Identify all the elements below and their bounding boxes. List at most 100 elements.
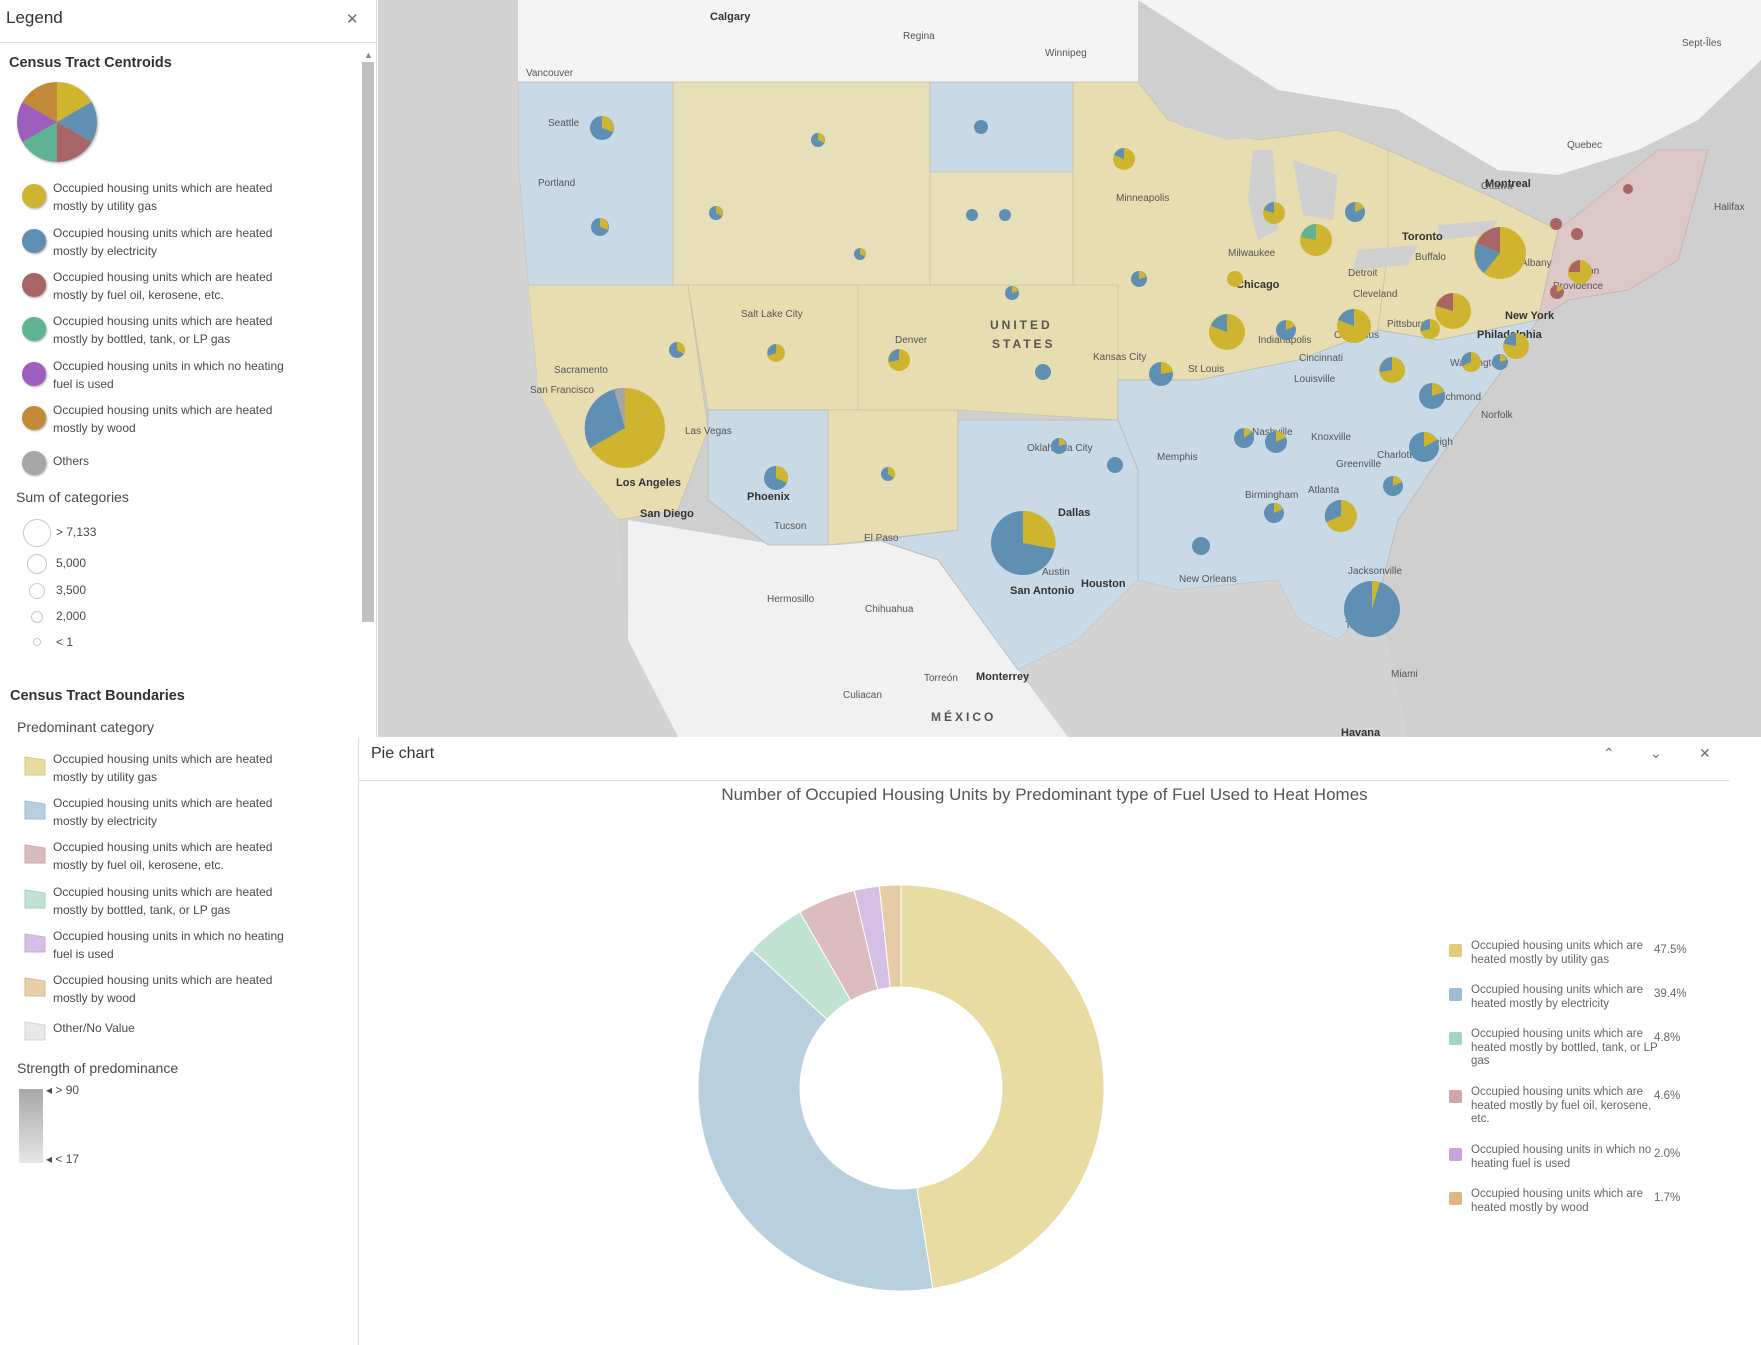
city-label: Richmond (1436, 392, 1482, 403)
legend-item-label: Occupied housing units which are heated … (53, 270, 273, 302)
legend-label: Occupied housing units which are heated … (1471, 984, 1643, 1010)
size-label: < 1 (56, 635, 74, 649)
polygon-swatch-icon (24, 1021, 46, 1041)
legend-percent: 47.5% (1654, 944, 1687, 956)
city-label: Detroit (1348, 268, 1378, 279)
city-label: Columbus (1334, 330, 1380, 341)
layer-title-boundaries: Census Tract Boundaries (10, 688, 185, 704)
city-label: Albany (1521, 258, 1552, 269)
chevron-double-up-icon[interactable]: ⌃ (1603, 745, 1615, 762)
boundary-item-bottled-gas: Occupied housing units which are heated … (0, 883, 360, 923)
size-ring (27, 554, 47, 574)
city-label: Portland (538, 178, 576, 189)
legend-item-wood: Occupied housing units which are heated … (0, 401, 360, 441)
city-label: Raleigh (1419, 437, 1453, 448)
city-label: Sacramento (554, 365, 608, 376)
legend-label: Occupied housing units which are heated … (1471, 1086, 1652, 1125)
city-label: Salt Lake City (741, 309, 803, 320)
legend-item-bottled-gas: Occupied housing units which are heated … (0, 312, 360, 352)
legend-swatch (1449, 988, 1462, 1001)
city-label: Havana (1341, 727, 1381, 737)
size-ring-large (23, 519, 51, 547)
city-label: Ottawa (1481, 181, 1513, 192)
donut-slice[interactable] (900, 884, 1105, 1290)
city-label: New York (1505, 310, 1555, 322)
city-label: Phoenix (747, 491, 790, 503)
legend-swatch (1449, 944, 1462, 957)
city-label: Las Vegas (685, 426, 732, 437)
legend-label: Occupied housing units which are heated … (1471, 1188, 1643, 1214)
city-label: Vancouver (526, 68, 574, 79)
size-legend-title: Sum of categories (16, 489, 129, 505)
pie-chart-panel: Pie chart ⌃ ⌄ ✕ Number of Occupied Housi… (358, 737, 1761, 1345)
legend-item-label: Occupied housing units which are heated … (53, 752, 273, 784)
legend-swatch (1449, 1148, 1462, 1161)
city-label: Tucson (774, 521, 807, 532)
legend-item-label: Occupied housing units in which no heati… (53, 929, 284, 961)
polygon-swatch-icon (24, 933, 46, 953)
size-ring (29, 583, 45, 599)
legend-item-label: Occupied housing units which are heated … (53, 840, 273, 872)
strength-low-label: ◂ < 17 (46, 1152, 80, 1166)
fuel-oil-swatch (22, 273, 46, 297)
legend-percent: 1.7% (1654, 1192, 1681, 1204)
polygon-swatch-icon (24, 889, 46, 909)
bottled-gas-swatch (22, 317, 46, 341)
city-label: San Diego (640, 508, 694, 520)
legend-percent: 2.0% (1654, 1148, 1681, 1160)
city-label: Denver (895, 335, 928, 346)
utility-gas-swatch (22, 184, 46, 208)
city-label: Culiacan (843, 690, 882, 701)
legend-swatch (1449, 1032, 1462, 1045)
legend-item-label: Others (53, 454, 90, 468)
legend-item-fuel-oil: Occupied housing units which are heated … (0, 268, 360, 308)
size-label: 5,000 (56, 556, 87, 570)
city-label: Winnipeg (1045, 48, 1087, 59)
strength-low-value: < 17 (55, 1152, 80, 1166)
legend-header: Legend ✕ (0, 0, 376, 43)
legend-swatch (1449, 1090, 1462, 1103)
boundary-item-other: Other/No Value (0, 1015, 360, 1055)
city-label: Los Angeles (616, 477, 681, 489)
legend-label: Occupied housing units which are heated … (1471, 1028, 1658, 1067)
layer-title-centroids: Census Tract Centroids (9, 55, 172, 71)
size-ring-small (33, 638, 41, 646)
polygon-swatch-icon (24, 977, 46, 997)
city-label: Milwaukee (1228, 248, 1276, 259)
city-label: Toronto (1402, 231, 1443, 243)
city-label: El Paso (864, 533, 899, 544)
city-label: Norfolk (1481, 410, 1513, 421)
size-label: 2,000 (56, 609, 87, 623)
size-ring (31, 611, 43, 623)
city-label: Pittsburgh (1387, 319, 1433, 330)
legend-item-label: Occupied housing units which are heated … (53, 403, 273, 435)
city-label: Jacksonville (1348, 566, 1402, 577)
city-label: Miami (1391, 669, 1418, 680)
close-icon[interactable]: ✕ (1699, 745, 1711, 762)
map-view[interactable]: Calgary Regina Winnipeg Vancouver Seattl… (378, 0, 1761, 737)
legend-item-utility-gas: Occupied housing units which are heated … (0, 179, 360, 219)
city-label: Kansas City (1093, 352, 1147, 363)
city-label: Knoxville (1311, 432, 1352, 443)
city-label: Boston (1568, 266, 1600, 277)
legend-item-electricity: Occupied housing units which are heated … (0, 224, 360, 264)
close-icon[interactable]: ✕ (346, 10, 359, 28)
city-label: Cincinnati (1299, 353, 1343, 364)
legend-item-label: Occupied housing units which are heated … (53, 973, 273, 1005)
city-label: St Louis (1188, 364, 1225, 375)
chevron-double-down-icon[interactable]: ⌄ (1650, 745, 1662, 762)
chart-title: Number of Occupied Housing Units by Pred… (721, 785, 1368, 804)
city-label: Providence (1553, 281, 1604, 292)
legend-item-label: Occupied housing units which are heated … (53, 181, 273, 213)
city-label: Hermosillo (767, 594, 815, 605)
size-label: 3,500 (56, 583, 87, 597)
city-label: Birmingham (1245, 490, 1299, 501)
legend-item-label: Occupied housing units in which no heati… (53, 359, 284, 391)
legend-label: Occupied housing units in which no heati… (1471, 1144, 1652, 1170)
boundary-item-electricity: Occupied housing units which are heated … (0, 794, 360, 834)
category-legend-title: Predominant category (17, 719, 154, 735)
electricity-swatch (22, 229, 46, 253)
city-label: Minneapolis (1116, 193, 1170, 204)
city-label: Tampa (1345, 620, 1376, 631)
polygon-swatch-icon (24, 844, 46, 864)
